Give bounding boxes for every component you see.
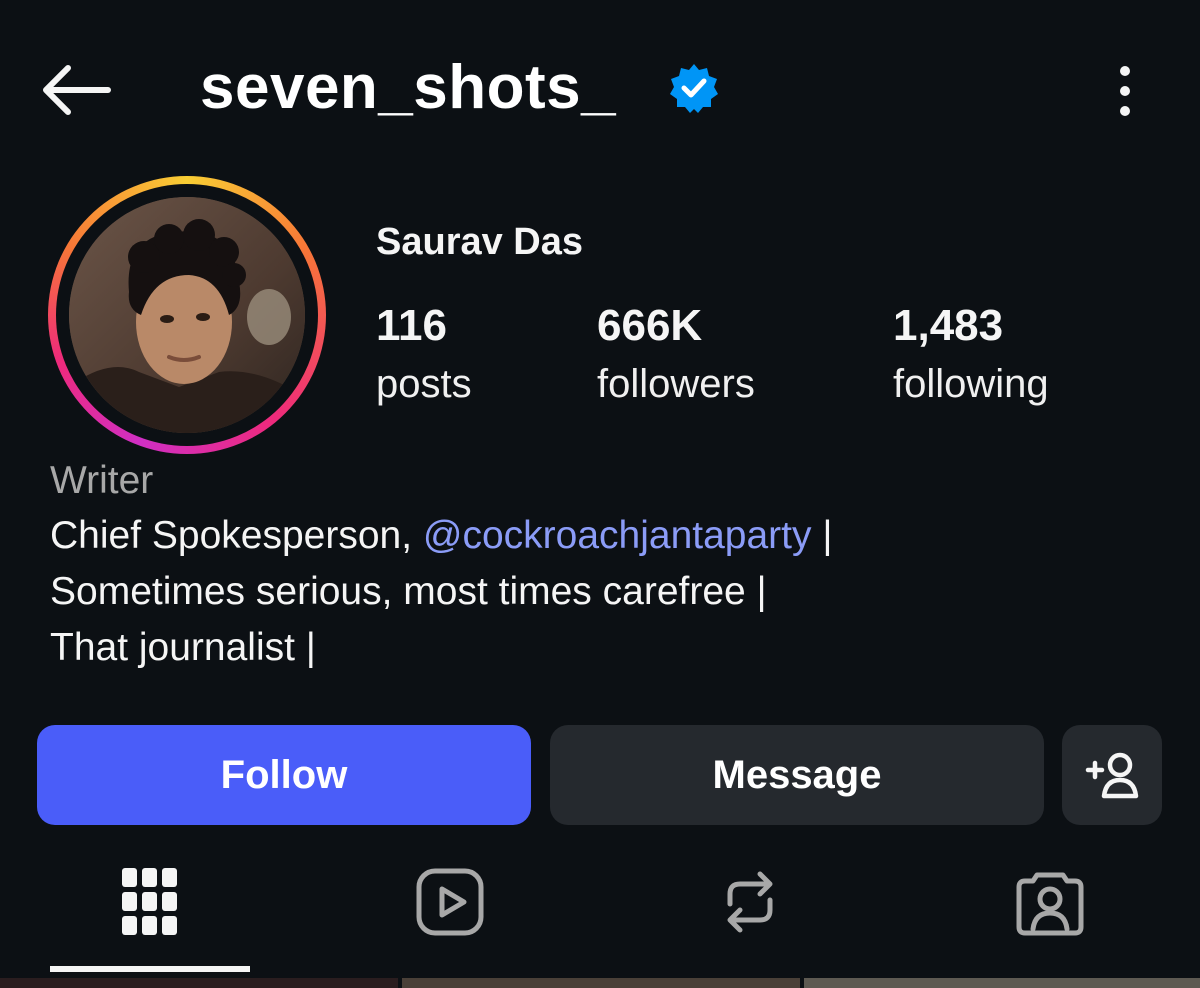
posts-count[interactable]: 116 posts (376, 300, 472, 416)
verified-badge-icon (668, 62, 720, 114)
profile-bio: Chief Spokesperson, @cockroachjantaparty… (50, 508, 1170, 676)
tagged-person-icon (1016, 872, 1084, 936)
reels-play-icon (416, 868, 484, 936)
followers-count-label: followers (597, 362, 755, 406)
followers-count-value: 666K (597, 301, 703, 350)
more-vertical-icon (1120, 66, 1130, 116)
posts-count-value: 116 (376, 301, 447, 350)
bio-line-1-prefix: Chief Spokesperson, (50, 514, 423, 557)
repost-icon (727, 871, 773, 933)
suggested-accounts-button[interactable] (1062, 725, 1162, 825)
bio-line-3: That journalist | (50, 626, 316, 669)
following-count-label: following (893, 362, 1049, 406)
display-name: Saurav Das (376, 221, 584, 263)
bio-line-1-suffix: | (811, 514, 833, 557)
active-tab-indicator (50, 966, 250, 972)
mention-link[interactable]: @cockroachjantaparty (423, 514, 812, 557)
tab-reposts[interactable] (695, 862, 805, 942)
profile-category: Writer (50, 459, 154, 502)
tab-grid[interactable] (95, 862, 205, 942)
bio-line-2: Sometimes serious, most times carefree | (50, 570, 767, 613)
follow-button[interactable]: Follow (37, 725, 531, 825)
following-count-value: 1,483 (893, 301, 1004, 350)
bio-line-1: Chief Spokesperson, @cockroachjantaparty… (50, 508, 1170, 564)
avatar[interactable] (69, 197, 305, 433)
profile-username: seven_shots_ (200, 53, 617, 122)
following-count[interactable]: 1,483 following (893, 300, 1049, 416)
mention-text: cockroachjantaparty (462, 514, 812, 557)
back-button[interactable] (30, 50, 120, 130)
more-options-button[interactable] (1098, 56, 1152, 126)
avatar-border (56, 184, 318, 446)
threads-icon: @ (422, 514, 463, 557)
grid-icon (122, 868, 177, 935)
tab-reels[interactable] (395, 862, 505, 942)
posts-count-label: posts (376, 362, 472, 406)
story-ring[interactable] (48, 176, 326, 454)
add-person-icon (1085, 752, 1139, 799)
message-button[interactable]: Message (550, 725, 1044, 825)
post-thumbnail[interactable] (804, 978, 1200, 988)
followers-count[interactable]: 666K followers (597, 300, 755, 416)
post-thumbnail[interactable] (402, 978, 800, 988)
arrow-left-icon (43, 65, 111, 115)
tab-tagged[interactable] (995, 862, 1105, 942)
post-thumbnail[interactable] (0, 978, 398, 988)
